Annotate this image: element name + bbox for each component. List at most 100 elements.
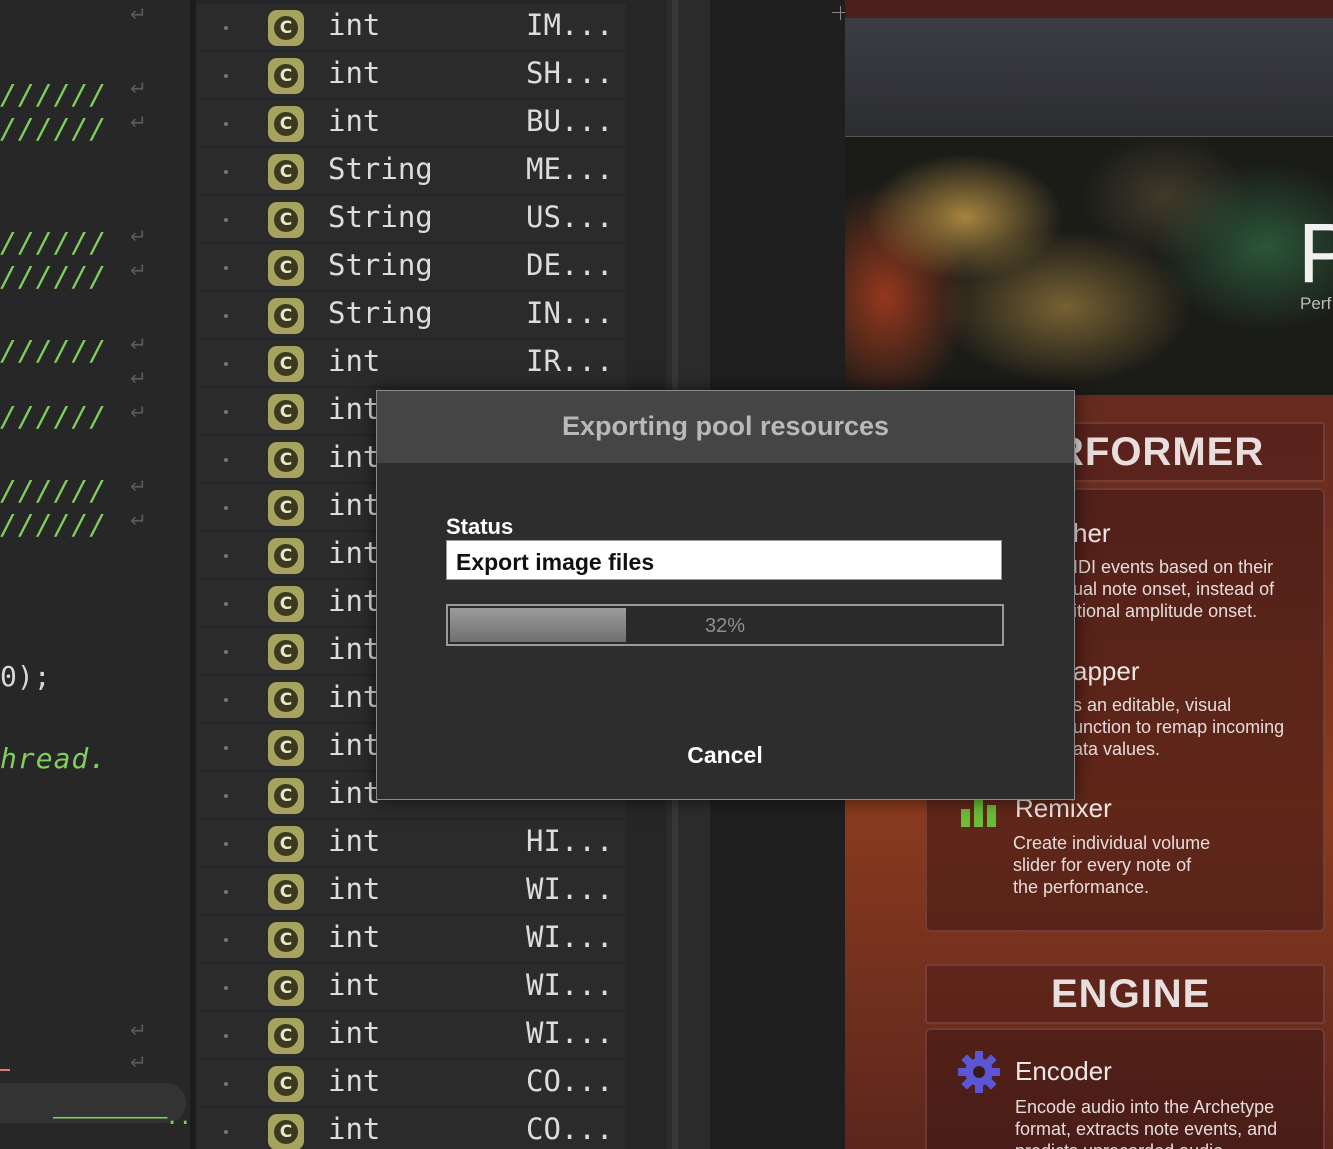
bullet-icon xyxy=(224,1082,228,1086)
export-progress-bar: 32% xyxy=(446,604,1004,646)
bullet-icon xyxy=(224,74,228,78)
preview-header-bar xyxy=(845,18,1333,137)
class-icon: C xyxy=(268,826,304,862)
member-name: CO... xyxy=(526,1064,614,1098)
member-name: WI... xyxy=(526,968,614,1002)
code-collapsed-ellipsis[interactable]: ——————————... xyxy=(0,1080,190,1149)
bullet-icon xyxy=(224,122,228,126)
class-icon: C xyxy=(268,778,304,814)
cancel-button[interactable]: Cancel xyxy=(672,738,778,772)
structure-row[interactable]: C String ME... xyxy=(196,148,626,194)
structure-row[interactable]: C String IN... xyxy=(196,292,626,338)
class-icon: C xyxy=(268,922,304,958)
structure-row[interactable]: Cint CO... xyxy=(196,1060,626,1106)
line-return-icon: ↵ xyxy=(130,474,147,498)
encoder-title: Encoder xyxy=(1015,1056,1112,1086)
structure-row[interactable]: Cint HI... xyxy=(196,820,626,866)
encoder-description: Encode audio into the Archetype format, … xyxy=(1015,1097,1278,1149)
member-type: int xyxy=(328,1016,381,1050)
member-type: int xyxy=(328,536,381,570)
member-name: WI... xyxy=(526,872,614,906)
code-comment-line: ////// xyxy=(0,334,108,367)
structure-row[interactable]: C String US... xyxy=(196,196,626,242)
member-name: IR... xyxy=(526,344,614,378)
bullet-icon xyxy=(224,410,228,414)
structure-row[interactable]: Cint IR... xyxy=(196,340,626,386)
member-type: int xyxy=(328,56,381,90)
member-type: String xyxy=(328,200,433,234)
class-icon: C xyxy=(268,634,304,670)
bullet-icon xyxy=(224,698,228,702)
code-comment-line: ////// xyxy=(0,400,108,433)
structure-row[interactable]: Cint SH... xyxy=(196,52,626,98)
member-type: int xyxy=(328,920,381,954)
bullet-icon xyxy=(224,314,228,318)
class-icon: C xyxy=(268,538,304,574)
class-icon: C xyxy=(268,154,304,190)
member-type: int xyxy=(328,488,381,522)
member-name: IM... xyxy=(526,8,614,42)
member-name: ME... xyxy=(526,152,614,186)
member-type: int xyxy=(328,1112,381,1146)
member-type: int xyxy=(328,344,381,378)
member-type: int xyxy=(328,1064,381,1098)
member-type: int xyxy=(328,824,381,858)
bullet-icon xyxy=(224,794,228,798)
line-return-icon: ↵ xyxy=(130,1018,147,1042)
code-comment-line: ////// xyxy=(0,78,108,111)
code-editor-pane[interactable]: ////// ////// ////// ////// ////// /////… xyxy=(0,0,190,1149)
member-type: int xyxy=(328,392,381,426)
bullet-icon xyxy=(224,1034,228,1038)
member-type: int xyxy=(328,632,381,666)
crop-mark xyxy=(840,6,841,20)
class-icon: C xyxy=(268,970,304,1006)
progress-percent-label: 32% xyxy=(704,615,746,637)
hero-title: P xyxy=(1298,206,1333,300)
bullet-icon xyxy=(224,986,228,990)
member-type: int xyxy=(328,872,381,906)
class-icon: C xyxy=(268,586,304,622)
member-type: int xyxy=(328,968,381,1002)
class-icon: C xyxy=(268,1018,304,1054)
bullet-icon xyxy=(224,938,228,942)
line-return-icon: ↵ xyxy=(130,366,147,390)
bullet-icon xyxy=(224,170,228,174)
dialog-title: Exporting pool resources xyxy=(561,411,890,441)
member-name: DE... xyxy=(526,248,614,282)
bullet-icon xyxy=(224,458,228,462)
structure-row[interactable]: Cint BU... xyxy=(196,100,626,146)
member-name: IN... xyxy=(526,296,614,330)
structure-row[interactable]: C String DE... xyxy=(196,244,626,290)
feature-description: s an editable, visual unction to remap i… xyxy=(1073,695,1285,759)
code-comment-line: ////// xyxy=(0,508,108,541)
bullet-icon xyxy=(224,26,228,30)
status-label: Status xyxy=(446,514,514,539)
class-icon: C xyxy=(268,1066,304,1102)
hero-subtitle: Perf xyxy=(1300,294,1332,313)
structure-row[interactable]: Cint WI... xyxy=(196,868,626,914)
code-comment-line: ////// xyxy=(0,226,108,259)
bullet-icon xyxy=(224,890,228,894)
structure-row[interactable]: Cint WI... xyxy=(196,1012,626,1058)
line-return-icon: ↵ xyxy=(130,224,147,248)
structure-row[interactable]: Cint WI... xyxy=(196,916,626,962)
code-comment-line: ////// xyxy=(0,260,108,293)
line-return-icon: ↵ xyxy=(130,2,147,26)
code-comment-line: ////// xyxy=(0,474,108,507)
class-icon: C xyxy=(268,490,304,526)
code-marker xyxy=(0,1069,10,1071)
member-name: CO... xyxy=(526,1112,614,1146)
structure-row[interactable]: Cint IM... xyxy=(196,4,626,50)
bullet-icon xyxy=(224,362,228,366)
class-icon: C xyxy=(268,442,304,478)
structure-row[interactable]: Cint CO... xyxy=(196,1108,626,1149)
structure-row[interactable]: Cint WI... xyxy=(196,964,626,1010)
member-name: BU... xyxy=(526,104,614,138)
member-type: int xyxy=(328,680,381,714)
member-type: String xyxy=(328,248,433,282)
class-icon: C xyxy=(268,394,304,430)
line-return-icon: ↵ xyxy=(130,110,147,134)
member-type: int xyxy=(328,104,381,138)
crop-mark xyxy=(832,12,846,13)
member-name: SH... xyxy=(526,56,614,90)
